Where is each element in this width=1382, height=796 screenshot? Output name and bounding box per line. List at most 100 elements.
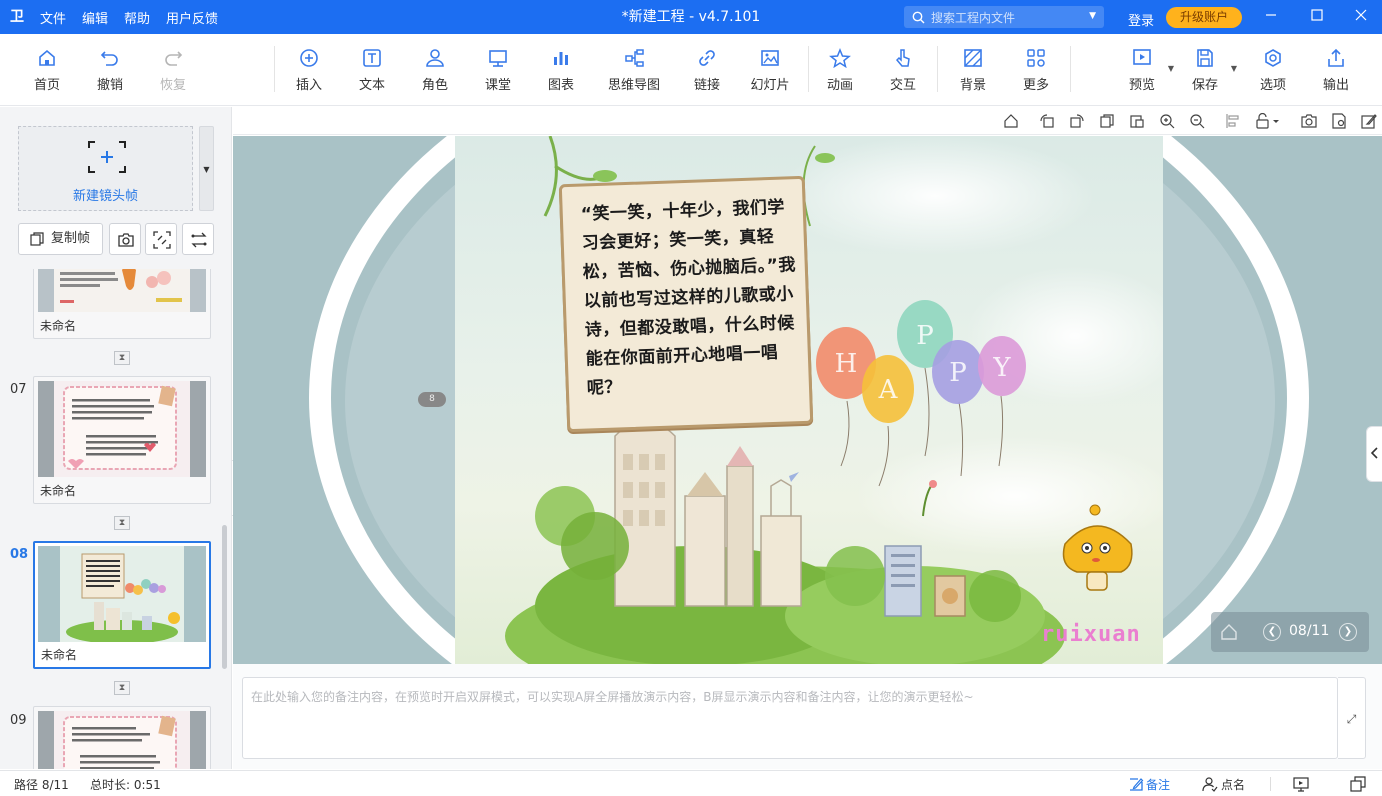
copy-frame-button[interactable]: 复制帧 [18, 223, 103, 255]
chevron-left-icon [1370, 447, 1378, 459]
prev-frame-button[interactable]: ❮ [1263, 623, 1281, 641]
slide-canvas[interactable]: HAPPY “笑一笑，十年少，我们学习会更好；笑一笑，真轻松，苦恼、伤心抛脑后。… [455, 136, 1163, 664]
toolbar-undo-button[interactable]: 撤销 [82, 48, 138, 93]
snapshot-button[interactable] [109, 223, 141, 255]
search-dropdown-icon[interactable]: ▼ [1089, 11, 1096, 21]
save-dropdown-icon[interactable]: ▼ [1231, 64, 1237, 73]
align-icon[interactable] [1225, 113, 1241, 129]
login-link[interactable]: 登录 [1128, 10, 1154, 29]
slide-thumbnail-06[interactable]: 未命名 [33, 269, 211, 339]
lock-icon[interactable] [1255, 113, 1281, 129]
home-icon [39, 49, 55, 66]
toolbar-interaction-button[interactable]: 交互 [875, 48, 931, 93]
edit-icon[interactable] [1361, 113, 1377, 129]
slide-thumbnail-08[interactable]: 未命名 [33, 541, 211, 669]
paste-icon[interactable] [1129, 113, 1145, 129]
slide-thumbnail-07[interactable]: 未命名 [33, 376, 211, 504]
notes-input[interactable]: 在此处输入您的备注内容，在预览时开启双屏模式，可以实现A屏全屏播放演示内容，B屏… [242, 677, 1338, 759]
toolbar-options-button[interactable]: 选项 [1245, 48, 1301, 93]
window-icon[interactable] [1350, 776, 1366, 792]
toolbar-background-button[interactable]: 背景 [945, 48, 1001, 93]
app-logo-icon: 卫 [10, 9, 24, 25]
toolbar-save-button[interactable]: 保存 ▼ [1177, 48, 1237, 93]
toolbar-role-button[interactable]: 角色 [407, 48, 463, 93]
expand-notes-icon[interactable]: ⤢ [1338, 677, 1366, 759]
toolbar-classroom-button[interactable]: 课堂 [470, 48, 526, 93]
transition-icon[interactable]: ⧗ [114, 351, 130, 365]
rotate-right-icon[interactable] [1069, 113, 1085, 129]
toolbar-redo-button[interactable]: 恢复 [145, 48, 201, 93]
screen-icon[interactable] [1293, 776, 1309, 792]
text-icon [363, 49, 381, 67]
rollcall-icon[interactable] [1202, 776, 1218, 792]
balloon-letter: P [949, 358, 967, 388]
search-icon [912, 11, 925, 23]
home-icon[interactable] [1219, 622, 1239, 642]
expand-right-panel-button[interactable] [1366, 426, 1382, 482]
toolbar-text-button[interactable]: 文本 [344, 48, 400, 93]
transition-icon[interactable]: ⧗ [114, 681, 130, 695]
toolbar-insert-button[interactable]: 插入 [281, 48, 337, 93]
toolbar-home-button[interactable]: 首页 [19, 48, 75, 93]
new-frame-button[interactable]: 新建镜头帧 [18, 126, 193, 211]
upgrade-button[interactable]: 升级账户 [1166, 7, 1242, 28]
sidebar-scrollbar[interactable] [222, 525, 227, 669]
toolbar-export-button[interactable]: 输出 [1308, 48, 1364, 93]
slide-preview [38, 269, 206, 312]
interaction-icon [895, 49, 910, 67]
redo-icon [165, 51, 183, 66]
notes-panel: 在此处输入您的备注内容，在预览时开启双屏模式，可以实现A屏全屏播放演示内容，B屏… [233, 664, 1382, 769]
menu-help[interactable]: 帮助 [124, 8, 150, 27]
toolbar-preview-button[interactable]: 预览 ▼ [1114, 48, 1174, 93]
canvas-stage[interactable]: HAPPY “笑一笑，十年少，我们学习会更好；笑一笑，真轻松，苦恼、伤心抛脑后。… [233, 136, 1382, 664]
menu-edit[interactable]: 编辑 [82, 8, 108, 27]
scan-icon [153, 231, 171, 249]
balloon-letter: A [878, 375, 899, 405]
rollcall-button[interactable]: 点名 [1221, 776, 1245, 793]
toolbar-mindmap-button[interactable]: 思维导图 [600, 48, 668, 93]
notes-icon[interactable] [1128, 776, 1144, 792]
camera-icon[interactable] [1301, 113, 1317, 129]
duplicate-icon[interactable] [1099, 113, 1115, 129]
preview-dropdown-icon[interactable]: ▼ [1168, 64, 1174, 73]
slide-watermark: ruixuan [1041, 622, 1141, 647]
slide-text[interactable]: “笑一笑，十年少，我们学习会更好；笑一笑，真轻松，苦恼、伤心抛脑后。”我以前也写… [580, 193, 807, 404]
rotate-left-icon[interactable] [1039, 113, 1055, 129]
new-frame-dropdown-icon[interactable]: ▼ [199, 126, 214, 211]
home-view-icon[interactable] [1003, 113, 1019, 129]
zoom-out-icon[interactable] [1189, 113, 1205, 129]
toolbar-more-button[interactable]: 更多 [1008, 48, 1064, 93]
preview-icon [1133, 49, 1151, 65]
toolbar-link-button[interactable]: 链接 [679, 48, 735, 93]
slide-number: 07 [10, 382, 27, 397]
transition-icon[interactable]: ⧗ [114, 516, 130, 530]
save-icon [1197, 49, 1213, 67]
balloon-letter: Y [992, 353, 1011, 383]
settings-doc-icon[interactable] [1331, 113, 1347, 129]
menu-feedback[interactable]: 用户反馈 [166, 8, 218, 27]
camera-icon [118, 233, 134, 247]
status-bar: 路径 8/11 总时长: 0:51 备注 点名 [0, 770, 1382, 796]
toolbar-chart-button[interactable]: 图表 [533, 48, 589, 93]
total-duration: 总时长: 0:51 [90, 778, 161, 792]
project-search-input[interactable]: 搜索工程内文件 ▼ [904, 6, 1104, 28]
status-divider [1270, 777, 1271, 791]
slide-preview [38, 711, 206, 769]
slide-preview [38, 381, 206, 477]
next-frame-button[interactable]: ❯ [1339, 623, 1357, 641]
mindmap-icon [625, 49, 644, 67]
transition-button[interactable] [182, 223, 214, 255]
slide-thumbnail-09[interactable] [33, 706, 211, 769]
classroom-icon [489, 50, 507, 67]
fit-frame-button[interactable] [145, 223, 177, 255]
notes-toggle[interactable]: 备注 [1146, 776, 1170, 793]
menu-file[interactable]: 文件 [40, 8, 66, 27]
toolbar-divider [274, 46, 275, 92]
toolbar-animation-button[interactable]: 动画 [812, 48, 868, 93]
minimize-icon[interactable] [1248, 0, 1294, 34]
frame-number-badge[interactable]: 8 [418, 392, 446, 407]
toolbar-slideshow-button[interactable]: 幻灯片 [742, 48, 798, 93]
zoom-in-icon[interactable] [1159, 113, 1175, 129]
close-icon[interactable] [1338, 0, 1382, 34]
maximize-icon[interactable] [1294, 0, 1340, 34]
